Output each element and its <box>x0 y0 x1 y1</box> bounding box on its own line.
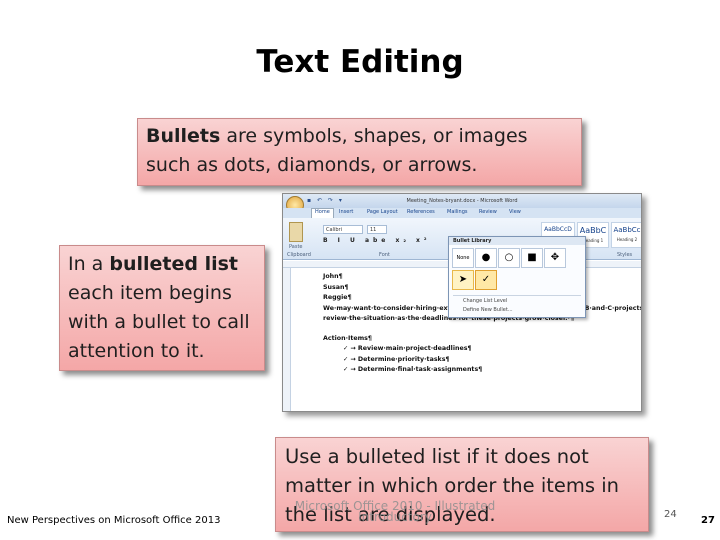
bullet-library-separator <box>453 295 581 296</box>
bullet-none-option[interactable]: None <box>452 248 474 268</box>
tab-mailings[interactable]: Mailings <box>447 209 468 215</box>
footer-course-title: New Perspectives on Microsoft Office 201… <box>7 515 221 526</box>
paste-label: Paste <box>289 244 303 250</box>
footer-page-small: 24 <box>664 509 677 520</box>
define-new-bullet-link[interactable]: Define New Bullet... <box>463 307 513 313</box>
word-window-screenshot: Meeting_Notes-bryant.docx - Microsoft Wo… <box>282 193 642 412</box>
font-size-box[interactable]: 11 <box>367 225 387 234</box>
bullet-library-dropdown: Bullet Library None ● ○ ■ ✥ ➤ ✓ Change L… <box>448 236 586 318</box>
bullet-square-option[interactable]: ■ <box>521 248 543 268</box>
bullet-diamond-option[interactable]: ✥ <box>544 248 566 268</box>
paste-icon[interactable] <box>289 222 303 242</box>
style-heading-2-name: Heading 2 <box>616 237 638 242</box>
doc-bullet-item: ✓ → Determine·priority·tasks¶ <box>343 355 450 363</box>
bullet-arrow-option[interactable]: ➤ <box>452 270 474 290</box>
font-name-box[interactable]: Calibri <box>323 225 363 234</box>
callout-bulleted-list: In a bulleted list each item begins with… <box>59 245 265 371</box>
tab-references[interactable]: References <box>407 209 435 215</box>
callout-list-text: each item begins with a bullet to call a… <box>68 282 250 362</box>
font-group-label: Font <box>379 252 390 258</box>
styles-group-label: Styles <box>617 252 633 258</box>
style-heading-2[interactable]: AaBbCc Heading 2 <box>611 222 641 248</box>
tab-view[interactable]: View <box>509 209 521 215</box>
footer-watermark-line2: Introductory <box>358 510 432 524</box>
tab-review[interactable]: Review <box>479 209 497 215</box>
callout-bullets-definition: Bullets are symbols, shapes, or images s… <box>137 118 582 186</box>
ribbon-tabs: Home Insert Page Layout References Maili… <box>283 208 641 218</box>
quick-access-toolbar[interactable]: ▪ ↶ ↷ ▾ <box>307 197 344 204</box>
callout-list-pre: In a <box>68 253 110 275</box>
style-heading-1-sample: AaBbC <box>579 226 607 235</box>
tab-insert[interactable]: Insert <box>339 209 353 215</box>
slide-title: Text Editing <box>256 44 464 80</box>
doc-line: Action·Items¶ <box>323 334 372 342</box>
callout-bullets-term: Bullets <box>146 125 221 147</box>
bullet-library-header: Bullet Library <box>449 237 585 245</box>
doc-bullet-item: ✓ → Review·main·project·deadlines¶ <box>343 345 472 352</box>
bullet-hollow-circle-option[interactable]: ○ <box>498 248 520 268</box>
bullet-checkmark-option[interactable]: ✓ <box>475 270 497 290</box>
style-heading-2-sample: AaBbCc <box>613 226 641 234</box>
format-buttons[interactable]: B I U abe x₂ x² <box>323 237 431 244</box>
slide-number: 27 <box>701 515 715 526</box>
tab-home[interactable]: Home <box>311 208 334 218</box>
change-list-level-link[interactable]: Change List Level <box>463 298 507 304</box>
tab-page-layout[interactable]: Page Layout <box>367 209 398 215</box>
vertical-ruler <box>283 268 291 411</box>
footer-watermark: Microsoft Office 2010 - Illustrated Intr… <box>280 500 510 524</box>
bullet-filled-circle-option[interactable]: ● <box>475 248 497 268</box>
doc-bullet-item: ✓ → Determine·final·task·assignments¶ <box>343 366 483 373</box>
clipboard-group-label: Clipboard <box>287 252 311 258</box>
style-normal-sample: AaBbCcD <box>544 226 572 233</box>
callout-list-term: bulleted list <box>109 253 239 275</box>
